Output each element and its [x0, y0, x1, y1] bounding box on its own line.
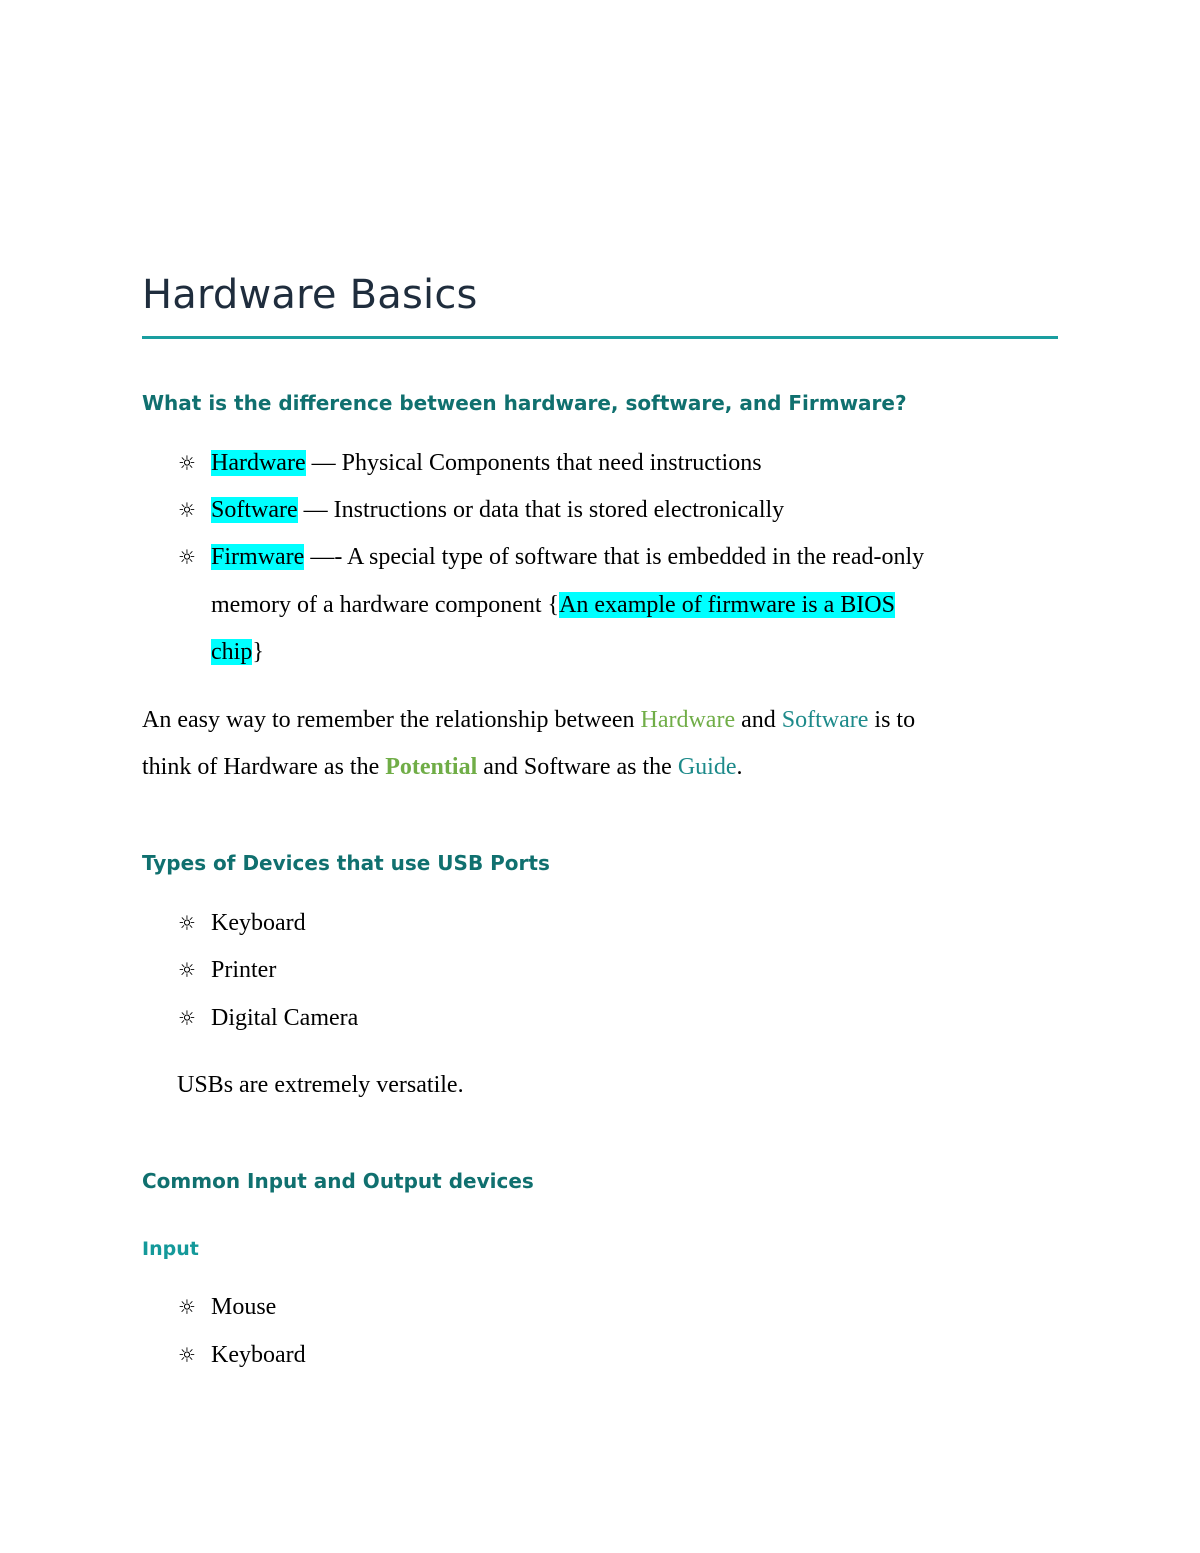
- highlighted-term: Firmware: [211, 544, 305, 570]
- section-heading-io-devices: Common Input and Output devices: [142, 1169, 534, 1193]
- list-item: ☼ Hardware — Physical Components that ne…: [178, 450, 762, 477]
- hardware-keyword: Hardware: [640, 707, 736, 733]
- paragraph-text: think of Hardware as the: [142, 754, 386, 780]
- sun-bullet-icon: ☼: [178, 1006, 196, 1030]
- relationship-paragraph: An easy way to remember the relationship…: [142, 697, 1062, 791]
- list-item: ☼ Printer: [178, 957, 276, 984]
- subheading-input: Input: [142, 1238, 199, 1260]
- paragraph-text: and Software as the: [477, 754, 678, 780]
- paragraph-text: An easy way to remember the relationship…: [142, 707, 641, 733]
- list-item: ☼ Software — Instructions or data that i…: [178, 497, 784, 524]
- usb-note: USBs are extremely versatile.: [177, 1072, 464, 1098]
- highlighted-term: Hardware: [211, 450, 306, 476]
- sun-bullet-icon: ☼: [178, 1343, 196, 1367]
- list-item: ☼ Digital Camera: [178, 1005, 358, 1032]
- paragraph-text: and: [735, 707, 782, 733]
- highlighted-example: An example of firmware is a BIOS: [559, 592, 895, 618]
- highlighted-term: Software: [211, 497, 298, 523]
- definition-text: }: [252, 639, 264, 665]
- page-title: Hardware Basics: [142, 272, 478, 318]
- list-item: ☼ Mouse: [178, 1294, 276, 1321]
- list-item-text: Mouse: [211, 1294, 277, 1320]
- document-page: Hardware Basics What is the difference b…: [0, 0, 1200, 1553]
- sun-bullet-icon: ☼: [178, 911, 196, 935]
- sun-bullet-icon: ☼: [178, 958, 196, 982]
- paragraph-text: is to: [868, 707, 916, 733]
- list-item-text: Keyboard: [211, 910, 306, 936]
- definition-text: memory of a hardware component {: [211, 592, 560, 618]
- definition-text: —- A special type of software that is em…: [304, 544, 925, 570]
- sun-bullet-icon: ☼: [178, 545, 196, 569]
- potential-keyword: Potential: [385, 754, 478, 780]
- sun-bullet-icon: ☼: [178, 1295, 196, 1319]
- list-item-text: Printer: [211, 957, 277, 983]
- software-keyword: Software: [781, 707, 869, 733]
- section-heading-differences: What is the difference between hardware,…: [142, 391, 907, 415]
- guide-keyword: Guide: [677, 754, 737, 780]
- title-underline-rule: [142, 336, 1058, 339]
- sun-bullet-icon: ☼: [178, 451, 196, 475]
- paragraph-text: .: [736, 754, 743, 780]
- list-item-continuation: chip}: [211, 639, 264, 666]
- sun-bullet-icon: ☼: [178, 498, 196, 522]
- list-item: ☼ Keyboard: [178, 1342, 306, 1369]
- list-item-text: Keyboard: [211, 1342, 306, 1368]
- list-item-continuation: memory of a hardware component {An examp…: [211, 592, 895, 619]
- list-item: ☼ Firmware —- A special type of software…: [178, 544, 924, 571]
- definition-text: — Physical Components that need instruct…: [305, 450, 762, 476]
- highlighted-example: chip: [211, 639, 253, 665]
- section-heading-usb: Types of Devices that use USB Ports: [142, 851, 550, 875]
- definition-text: — Instructions or data that is stored el…: [297, 497, 785, 523]
- list-item-text: Digital Camera: [211, 1005, 359, 1031]
- list-item: ☼ Keyboard: [178, 910, 306, 937]
